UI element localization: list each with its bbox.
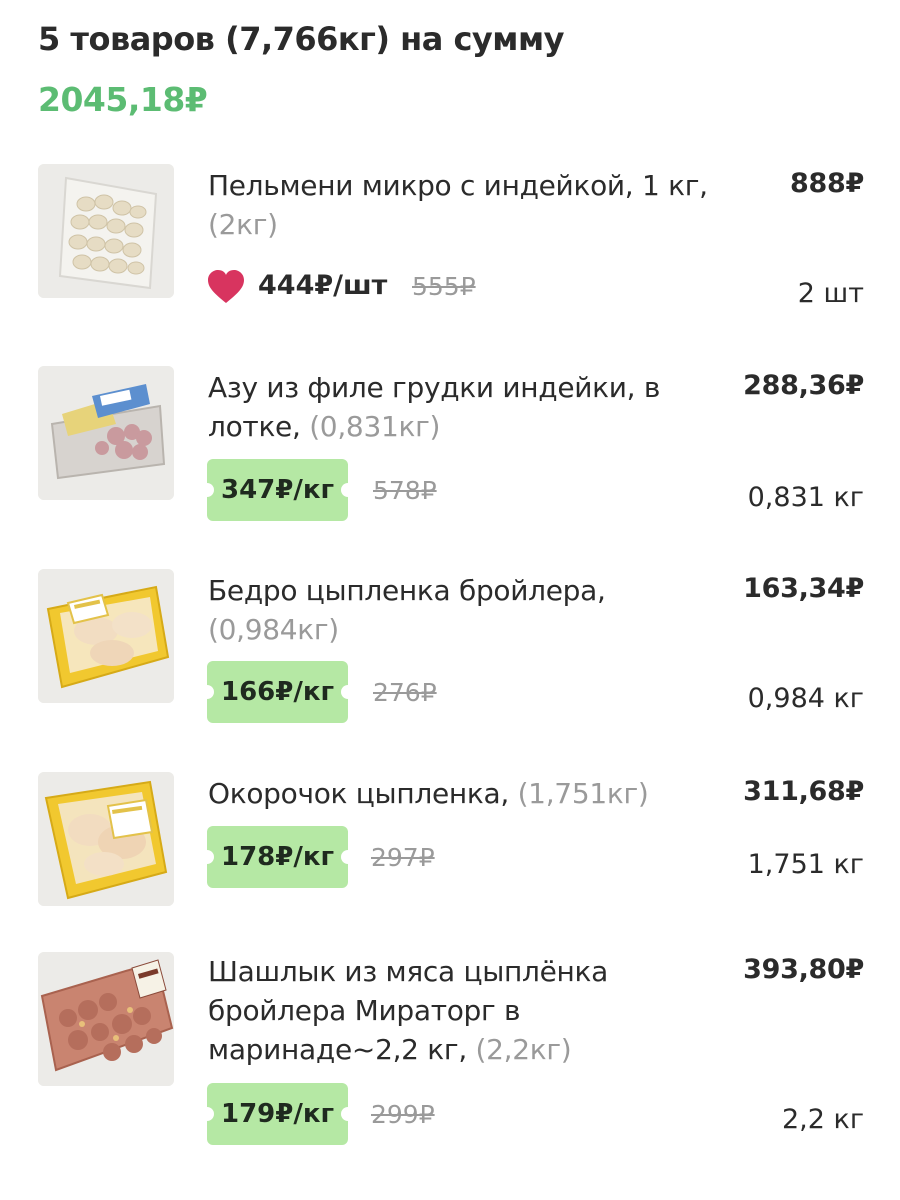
old-price: 578₽ <box>373 476 437 505</box>
product-image[interactable] <box>38 569 174 703</box>
line-total: 888₽ <box>790 168 864 199</box>
cart-item[interactable]: Шашлык из мяса цыплёнка бройлера Миратор… <box>0 952 900 1152</box>
product-image[interactable] <box>38 772 174 906</box>
cart-item[interactable]: Азу из филе грудки индейки, в лотке, (0,… <box>0 366 900 526</box>
product-name[interactable]: Азу из филе грудки индейки, в лотке, (0,… <box>208 368 738 446</box>
item-quantity: 0,831 кг <box>747 482 864 513</box>
unit-price: 444₽/шт <box>258 270 388 301</box>
product-image[interactable] <box>38 366 174 500</box>
chicken-thigh-tray-image <box>38 569 174 703</box>
line-total: 393,80₽ <box>743 954 864 985</box>
cart-item[interactable]: Окорочок цыпленка, (1,751кг) 311,68₽ 178… <box>0 772 900 912</box>
old-price: 276₽ <box>373 678 437 707</box>
product-weight-note: (2кг) <box>208 208 278 241</box>
product-name[interactable]: Шашлык из мяса цыплёнка бройлера Миратор… <box>208 952 678 1069</box>
cart-summary-page: 5 товаров (7,766кг) на сумму 2045,18₽ Пе… <box>0 0 900 1200</box>
promo-price-badge: 166₽/кг <box>199 661 356 723</box>
turkey-tray-image <box>38 366 174 500</box>
cart-summary-title: 5 товаров (7,766кг) на сумму <box>38 20 564 58</box>
product-weight-note: (0,984кг) <box>208 613 339 646</box>
product-weight-note: (2,2кг) <box>475 1033 572 1066</box>
shashlik-tray-image <box>38 952 174 1086</box>
product-weight-note: (0,831кг) <box>309 410 441 443</box>
product-title: Окорочок цыпленка, <box>208 777 509 810</box>
product-title: Бедро цыпленка бройлера, <box>208 574 606 607</box>
cart-total-amount: 2045,18₽ <box>38 80 208 119</box>
line-total: 311,68₽ <box>743 776 864 807</box>
item-quantity: 2 шт <box>797 278 864 309</box>
product-title: Пельмени микро с индейкой, 1 кг, <box>208 169 708 202</box>
heart-icon[interactable] <box>207 270 245 304</box>
promo-price-badge: 179₽/кг <box>199 1083 356 1145</box>
old-price: 297₽ <box>371 843 435 872</box>
promo-price-badge: 178₽/кг <box>199 826 356 888</box>
chicken-leg-tray-image <box>38 772 174 906</box>
product-name[interactable]: Окорочок цыпленка, (1,751кг) <box>208 774 738 813</box>
product-name[interactable]: Бедро цыпленка бройлера, (0,984кг) <box>208 571 738 649</box>
dumplings-bag-image <box>38 164 174 298</box>
item-quantity: 1,751 кг <box>747 849 864 880</box>
product-weight-note: (1,751кг) <box>517 777 649 810</box>
line-total: 163,34₽ <box>743 573 864 604</box>
product-image[interactable] <box>38 952 174 1086</box>
old-price: 555₽ <box>412 272 476 301</box>
old-price: 299₽ <box>371 1100 435 1129</box>
cart-item[interactable]: Пельмени микро с индейкой, 1 кг, (2кг) 8… <box>0 164 900 344</box>
product-image[interactable] <box>38 164 174 298</box>
product-name[interactable]: Пельмени микро с индейкой, 1 кг, (2кг) <box>208 166 738 244</box>
item-quantity: 0,984 кг <box>747 683 864 714</box>
item-quantity: 2,2 кг <box>781 1104 864 1135</box>
line-total: 288,36₽ <box>743 370 864 401</box>
cart-item[interactable]: Бедро цыпленка бройлера, (0,984кг) 163,3… <box>0 569 900 729</box>
promo-price-badge: 347₽/кг <box>199 459 356 521</box>
